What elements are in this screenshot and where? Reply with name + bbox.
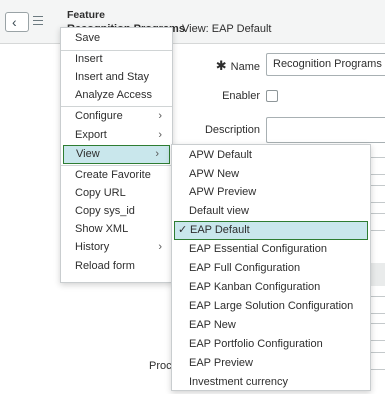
- name-field-label: ✱ Name: [200, 58, 260, 74]
- chevron-right-icon: ›: [155, 148, 159, 160]
- checkmark-icon: ✓: [178, 224, 188, 236]
- form-header: ‹ Feature Recognition Programs View: EAP…: [0, 0, 385, 44]
- view-option-label: Default view: [189, 205, 249, 217]
- menu-item-label: Insert and Stay: [75, 71, 149, 83]
- menu-item-show-xml[interactable]: Show XML: [61, 220, 172, 239]
- menu-item-analyze-access[interactable]: Analyze Access: [61, 86, 172, 105]
- chevron-right-icon: ›: [158, 241, 162, 253]
- menu-item-reload-form[interactable]: Reload form: [61, 257, 172, 276]
- menu-item-save[interactable]: Save: [61, 29, 172, 48]
- name-label-text: Name: [230, 61, 260, 73]
- product-field-label: Proc: [149, 360, 172, 372]
- name-field[interactable]: Recognition Programs: [266, 53, 385, 76]
- view-option-label: EAP Portfolio Configuration: [189, 338, 323, 350]
- view-indicator: View: EAP Default: [182, 23, 272, 35]
- view-option-eap-full-configuration[interactable]: EAP Full Configuration: [172, 259, 370, 278]
- enabler-field-label: Enabler: [222, 90, 260, 102]
- menu-item-label: Copy URL: [75, 187, 126, 199]
- menu-item-label: View: [76, 148, 100, 160]
- hamburger-menu-icon[interactable]: [33, 16, 43, 26]
- description-field-label: Description: [204, 124, 260, 136]
- view-option-investment-currency[interactable]: Investment currency: [172, 373, 370, 392]
- view-option-eap-kanban-configuration[interactable]: EAP Kanban Configuration: [172, 278, 370, 297]
- back-button[interactable]: ‹: [5, 12, 29, 32]
- menu-item-copy-url[interactable]: Copy URL: [61, 184, 172, 203]
- view-option-eap-portfolio-configuration[interactable]: EAP Portfolio Configuration: [172, 335, 370, 354]
- view-option-label: EAP Kanban Configuration: [189, 281, 321, 293]
- required-icon: ✱: [215, 58, 227, 73]
- view-option-label: EAP Default: [190, 224, 250, 236]
- menu-item-insert[interactable]: Insert: [61, 50, 172, 69]
- view-option-label: EAP Full Configuration: [189, 262, 301, 274]
- view-option-apw-default[interactable]: APW Default: [172, 146, 370, 165]
- view-option-label: APW Preview: [189, 186, 257, 198]
- menu-item-label: Configure: [75, 110, 123, 122]
- menu-item-label: Export: [75, 129, 107, 141]
- view-option-label: EAP New: [189, 319, 236, 331]
- menu-item-insert-and-stay[interactable]: Insert and Stay: [61, 68, 172, 87]
- view-option-eap-preview[interactable]: EAP Preview: [172, 354, 370, 373]
- view-option-apw-new[interactable]: APW New: [172, 165, 370, 184]
- view-option-label: EAP Essential Configuration: [189, 243, 327, 255]
- chevron-right-icon: ›: [158, 110, 162, 122]
- description-field[interactable]: [266, 117, 385, 143]
- menu-item-label: Analyze Access: [75, 89, 153, 101]
- menu-item-configure[interactable]: Configure ›: [61, 107, 172, 126]
- view-option-eap-large-solution-configuration[interactable]: EAP Large Solution Configuration: [172, 297, 370, 316]
- view-option-label: APW New: [189, 168, 240, 180]
- menu-item-label: Reload form: [75, 260, 135, 272]
- view-option-label: EAP Preview: [189, 357, 253, 369]
- menu-item-label: Save: [75, 32, 101, 44]
- menu-item-label: Copy sys_id: [75, 205, 135, 217]
- menu-item-view[interactable]: View ›: [63, 145, 170, 164]
- menu-item-create-favorite[interactable]: Create Favorite: [61, 166, 172, 185]
- form-context-menu: Save Insert Insert and Stay Analyze Acce…: [60, 27, 173, 283]
- view-option-label: EAP Large Solution Configuration: [189, 300, 354, 312]
- view-option-label: Investment currency: [189, 376, 289, 388]
- chevron-right-icon: ›: [158, 129, 162, 141]
- enabler-checkbox[interactable]: [266, 90, 278, 102]
- menu-item-history[interactable]: History ›: [61, 238, 172, 257]
- menu-item-label: History: [75, 241, 110, 253]
- chevron-left-icon: ‹: [12, 14, 17, 30]
- view-option-default-view[interactable]: Default view: [172, 202, 370, 221]
- view-submenu: APW Default APW New APW Preview Default …: [171, 144, 371, 391]
- view-option-apw-preview[interactable]: APW Preview: [172, 183, 370, 202]
- menu-item-label: Insert: [75, 53, 103, 65]
- menu-item-copy-sys-id[interactable]: Copy sys_id: [61, 202, 172, 221]
- form-type-label: Feature: [67, 9, 105, 21]
- view-option-eap-new[interactable]: EAP New: [172, 316, 370, 335]
- menu-item-label: Create Favorite: [75, 169, 151, 181]
- view-option-eap-default[interactable]: ✓ EAP Default: [174, 221, 368, 240]
- menu-item-label: Show XML: [75, 223, 129, 235]
- menu-item-export[interactable]: Export ›: [61, 126, 172, 145]
- view-option-eap-essential-configuration[interactable]: EAP Essential Configuration: [172, 240, 370, 259]
- view-option-label: APW Default: [189, 149, 252, 161]
